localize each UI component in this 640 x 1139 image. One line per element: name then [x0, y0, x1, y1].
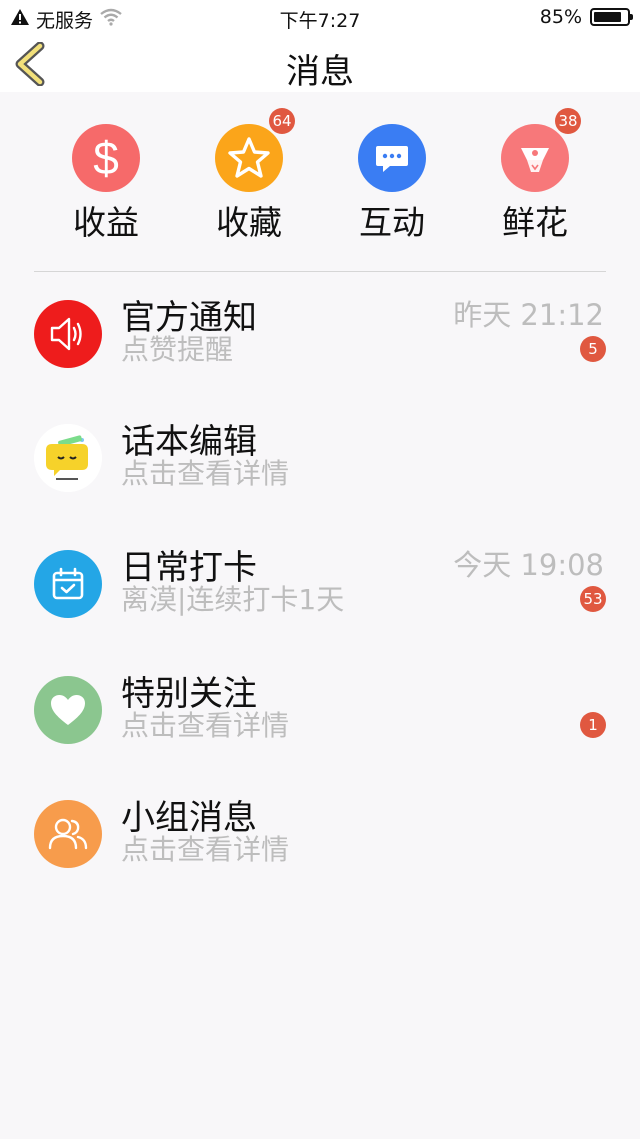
category-label: 收益	[73, 203, 139, 242]
svg-text:$: $	[93, 134, 119, 182]
flower-bouquet-icon	[521, 148, 549, 172]
category-favorites-circle: 64	[215, 108, 295, 192]
favorites-badge: 64	[269, 108, 295, 134]
speaker-icon	[50, 317, 82, 351]
category-favorites[interactable]: 64 收藏	[189, 108, 309, 244]
category-label: 收藏	[216, 203, 282, 242]
category-earnings[interactable]: $ 收益	[46, 124, 166, 244]
list-item-subtitle: 点击查看详情	[121, 709, 290, 742]
list-item-official-notice[interactable]: 官方通知 点赞提醒 昨天 21:12 5	[0, 290, 640, 400]
flowers-badge: 38	[555, 108, 581, 134]
category-flowers[interactable]: 38 鲜花	[475, 108, 595, 244]
dollar-icon: $	[93, 134, 119, 182]
special-follow-avatar	[34, 676, 102, 744]
script-editor-avatar	[34, 424, 102, 492]
category-interaction[interactable]: 互动	[332, 124, 452, 244]
status-right: 85%	[539, 6, 633, 28]
divider	[34, 271, 606, 272]
battery-icon	[590, 8, 633, 26]
list-item-group-messages[interactable]: 小组消息 点击查看详情	[0, 790, 640, 900]
battery-percent: 85%	[539, 6, 582, 28]
category-row: $ 收益 64 收藏 互动 38 鲜花	[0, 108, 640, 250]
list-item-special-follow[interactable]: 特别关注 点击查看详情 1	[0, 666, 640, 776]
list-item-subtitle: 离漠|连续打卡1天	[121, 583, 345, 616]
official-notice-avatar	[34, 300, 102, 368]
category-flowers-circle: 38	[501, 108, 581, 192]
list-item-script-editor[interactable]: 话本编辑 点击查看详情	[0, 414, 640, 524]
star-icon	[228, 137, 270, 178]
unread-badge: 53	[580, 586, 606, 612]
list-item-subtitle: 点击查看详情	[121, 457, 290, 490]
nav-bar: 消息	[0, 36, 640, 92]
daily-checkin-avatar	[34, 550, 102, 618]
page-title: 消息	[286, 52, 354, 92]
category-label: 鲜花	[502, 203, 568, 242]
list-item-time: 昨天 21:12	[453, 298, 604, 332]
group-messages-avatar	[34, 800, 102, 868]
category-interaction-circle	[358, 124, 426, 192]
calendar-check-icon	[52, 567, 84, 600]
list-item-daily-checkin[interactable]: 日常打卡 离漠|连续打卡1天 今天 19:08 53	[0, 540, 640, 650]
category-earnings-circle: $	[72, 124, 140, 192]
group-icon	[48, 818, 88, 850]
list-item-time: 今天 19:08	[453, 548, 604, 582]
list-item-subtitle: 点击查看详情	[121, 833, 290, 866]
category-label: 互动	[359, 203, 425, 242]
heart-icon	[51, 695, 85, 725]
list-item-subtitle: 点赞提醒	[121, 333, 234, 366]
unread-badge: 1	[580, 712, 606, 738]
status-bar: 无服务 下午7:27 85%	[0, 0, 640, 36]
unread-badge: 5	[580, 336, 606, 362]
chat-bubble-icon	[376, 146, 408, 172]
editor-avatar-icon	[34, 424, 102, 492]
